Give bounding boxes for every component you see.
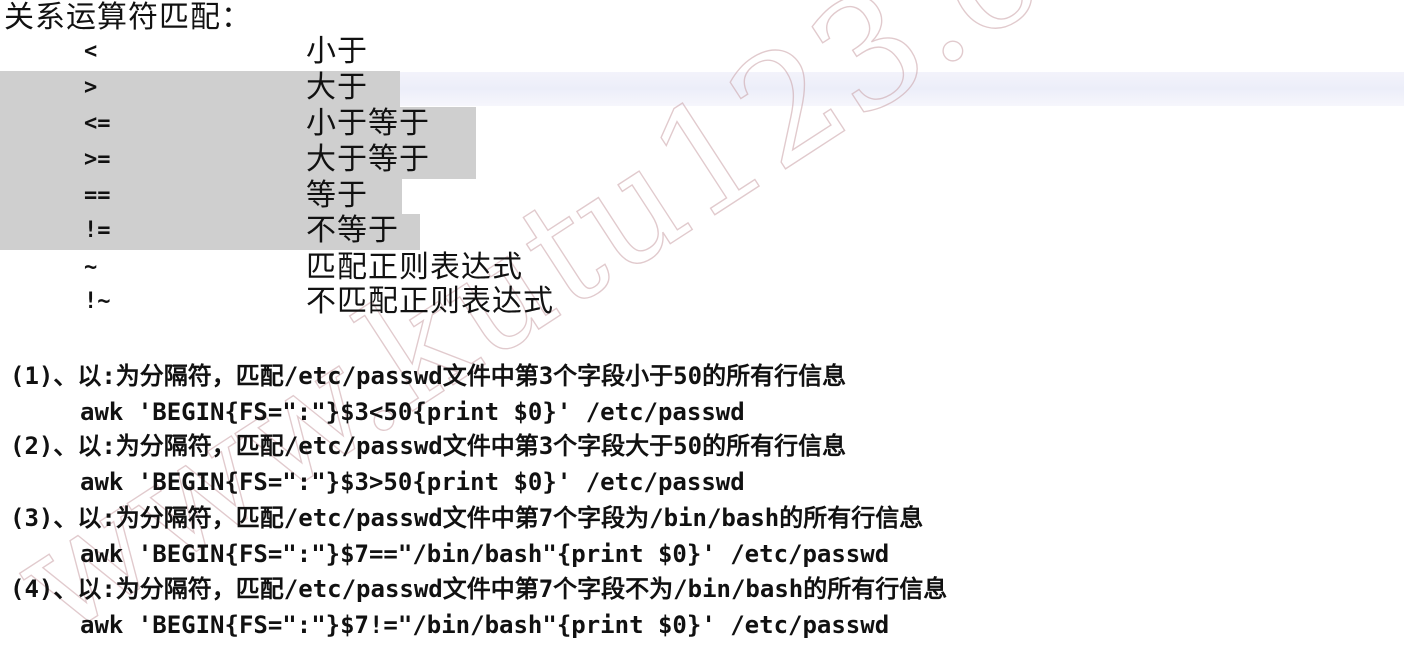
example-command: awk 'BEGIN{FS=":"}$3<50{print $0}' /etc/… xyxy=(80,398,745,426)
example-description: (1)、以:为分隔符，匹配/etc/passwd文件中第3个字段小于50的所有行… xyxy=(10,362,847,390)
operator-description: 大于 xyxy=(306,70,368,105)
operator-description: 大于等于 xyxy=(306,142,430,177)
operator-symbol: >= xyxy=(84,147,111,172)
operator-symbol: !~ xyxy=(84,289,111,314)
operator-symbol: != xyxy=(84,218,111,243)
example-command: awk 'BEGIN{FS=":"}$7=="/bin/bash"{print … xyxy=(80,540,890,568)
operator-description: 等于 xyxy=(306,178,368,213)
operator-symbol: < xyxy=(84,39,98,64)
operator-description: 小于等于 xyxy=(306,106,430,141)
example-command: awk 'BEGIN{FS=":"}$7!="/bin/bash"{print … xyxy=(80,611,890,639)
page-title: 关系运算符匹配： xyxy=(4,0,252,35)
highlight-band xyxy=(400,72,1404,106)
operator-symbol: <= xyxy=(84,111,111,136)
example-description: (3)、以:为分隔符，匹配/etc/passwd文件中第7个字段为/bin/ba… xyxy=(10,504,924,532)
operator-symbol: > xyxy=(84,75,98,100)
operator-description: 不匹配正则表达式 xyxy=(306,284,554,319)
operator-description: 不等于 xyxy=(306,213,399,248)
operator-symbol: ~ xyxy=(84,255,98,280)
operator-description: 匹配正则表达式 xyxy=(306,250,523,285)
example-description: (4)、以:为分隔符，匹配/etc/passwd文件中第7个字段不为/bin/b… xyxy=(10,575,948,603)
operator-symbol: == xyxy=(84,183,111,208)
example-command: awk 'BEGIN{FS=":"}$3>50{print $0}' /etc/… xyxy=(80,468,745,496)
operator-description: 小于 xyxy=(306,34,368,69)
example-description: (2)、以:为分隔符，匹配/etc/passwd文件中第3个字段大于50的所有行… xyxy=(10,432,847,460)
